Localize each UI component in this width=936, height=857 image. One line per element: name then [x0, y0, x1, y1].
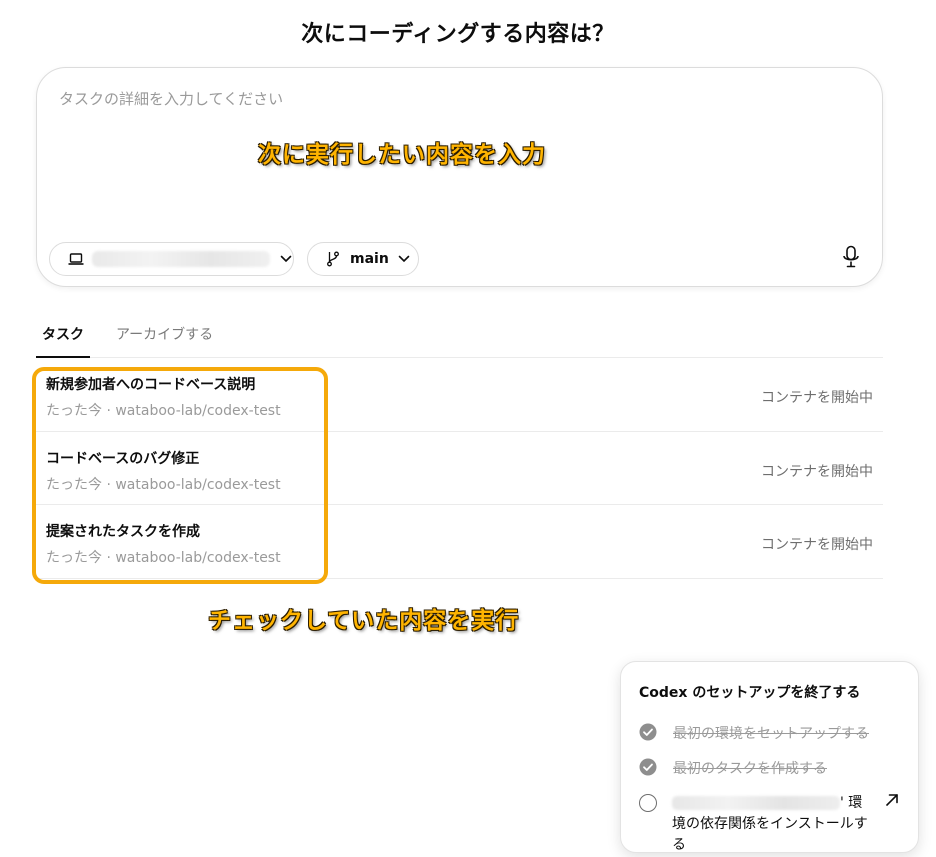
chevron-down-icon — [280, 255, 292, 263]
task-row[interactable]: コードベースのバグ修正 たった今 · wataboo-lab/codex-tes… — [36, 432, 883, 505]
task-title: 提案されたタスクを作成 — [46, 524, 200, 540]
task-status: コンテナを開始中 — [761, 537, 873, 553]
tab-archive[interactable]: アーカイブする — [116, 324, 213, 344]
task-row[interactable]: 新規参加者へのコードベース説明 たった今 · wataboo-lab/codex… — [36, 358, 883, 432]
branch-label: main — [350, 251, 389, 267]
task-meta: たった今 · wataboo-lab/codex-test — [46, 476, 281, 493]
task-meta: たった今 · wataboo-lab/codex-test — [46, 550, 281, 566]
git-branch-icon — [327, 251, 339, 267]
setup-item-install-dependencies[interactable]: ' 環境の依存関係をインストールする — [639, 793, 909, 856]
chevron-down-icon — [398, 255, 410, 263]
setup-item-environment[interactable]: 最初の環境をセットアップする — [639, 723, 909, 743]
setup-item-label: 最初のタスクを作成する — [673, 761, 827, 777]
task-input[interactable]: タスクの詳細を入力してください — [59, 88, 819, 109]
setup-checklist-card: Codex のセットアップを終了する 最初の環境をセットアップする 最初のタスク… — [620, 661, 919, 853]
task-title: 新規参加者へのコードベース説明 — [46, 377, 256, 393]
setup-item-label: 最初の環境をセットアップする — [673, 726, 869, 742]
branch-selector[interactable]: main — [307, 242, 419, 276]
microphone-icon[interactable] — [842, 245, 860, 269]
environment-name-redacted — [92, 251, 270, 267]
page-title: 次にコーディングする内容は？ — [301, 22, 615, 47]
annotation-checked-tasks: チェックしていた内容を実行 — [208, 608, 520, 634]
arrow-up-right-icon[interactable] — [885, 793, 899, 807]
task-title: コードベースのバグ修正 — [46, 450, 200, 467]
check-circle-icon — [639, 723, 657, 741]
environment-name-redacted — [672, 796, 840, 810]
task-list: 新規参加者へのコードベース説明 たった今 · wataboo-lab/codex… — [36, 358, 883, 579]
setup-title: Codex のセットアップを終了する — [639, 685, 861, 701]
task-meta: たった今 · wataboo-lab/codex-test — [46, 403, 281, 419]
environment-selector[interactable] — [49, 242, 294, 276]
setup-item-first-task[interactable]: 最初のタスクを作成する — [639, 758, 909, 778]
task-tabs: タスク アーカイブする — [36, 318, 883, 358]
task-status: コンテナを開始中 — [761, 390, 873, 406]
annotation-enter-task: 次に実行したい内容を入力 — [258, 142, 546, 168]
task-status: コンテナを開始中 — [761, 463, 873, 480]
empty-circle-icon — [639, 794, 657, 812]
tab-tasks[interactable]: タスク — [36, 324, 90, 358]
check-circle-icon — [639, 758, 657, 776]
laptop-icon — [68, 253, 84, 265]
task-row[interactable]: 提案されたタスクを作成 たった今 · wataboo-lab/codex-tes… — [36, 505, 883, 579]
task-composer: タスクの詳細を入力してください main — [36, 67, 883, 287]
